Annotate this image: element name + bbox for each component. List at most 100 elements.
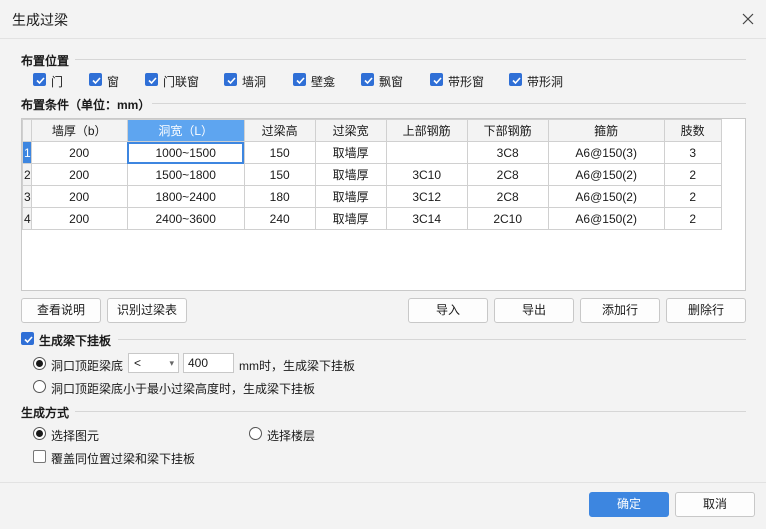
table-row[interactable]: 2 200 1500~1800 150 取墙厚 3C10 2C8 A6@150(… — [22, 163, 722, 186]
import-button[interactable]: 导入 — [408, 298, 488, 323]
chevron-down-icon: ▾ — [169, 358, 174, 368]
distance-radio[interactable] — [33, 357, 46, 370]
footer-divider — [0, 482, 766, 483]
grid-header-row: 墙厚（b） 洞宽（L） 过梁高 过梁宽 上部钢筋 下部钢筋 箍筋 肢数 — [22, 119, 722, 142]
cell-legs[interactable]: 2 — [663, 207, 722, 230]
cell-stirrup[interactable]: A6@150(2) — [547, 163, 665, 186]
cell-legs[interactable]: 3 — [663, 141, 722, 164]
row-number[interactable]: 4 — [22, 207, 32, 230]
select-elements-label: 选择图元 — [51, 429, 100, 443]
cell-opening-width[interactable]: 1000~1500 — [126, 141, 245, 164]
table-row[interactable]: 3 200 1800~2400 180 取墙厚 3C12 2C8 A6@150(… — [22, 185, 722, 208]
cell-opening-width[interactable]: 1800~2400 — [126, 185, 245, 208]
table-row[interactable]: 1 200 1000~1500 150 取墙厚 3C8 A6@150(3) 3 — [22, 141, 722, 164]
select-floors-radio[interactable] — [249, 427, 262, 440]
title-divider — [0, 38, 766, 39]
dialog-title: 生成过梁 — [12, 12, 68, 28]
cell-bottom-rebar[interactable]: 2C8 — [466, 163, 549, 186]
col-header-opening-width[interactable]: 洞宽（L） — [126, 119, 245, 142]
min-height-radio[interactable] — [33, 380, 46, 393]
checkbox-door-window[interactable] — [145, 73, 158, 86]
hanging-plate-divider — [118, 339, 746, 340]
checkbox-niche[interactable] — [293, 73, 306, 86]
cell-top-rebar[interactable]: 3C10 — [385, 163, 468, 186]
cell-wall-thickness[interactable]: 200 — [30, 185, 128, 208]
checkbox-window[interactable] — [89, 73, 102, 86]
cell-bottom-rebar[interactable]: 2C10 — [466, 207, 549, 230]
cell-top-rebar[interactable] — [385, 141, 468, 164]
cell-lintel-height[interactable]: 180 — [243, 185, 316, 208]
col-header-legs[interactable]: 肢数 — [663, 119, 722, 142]
export-button[interactable]: 导出 — [494, 298, 574, 323]
label-wall-opening: 墙洞 — [242, 75, 267, 89]
cell-stirrup[interactable]: A6@150(2) — [547, 207, 665, 230]
cell-legs[interactable]: 2 — [663, 163, 722, 186]
label-bay-window: 飘窗 — [379, 75, 404, 89]
cell-stirrup[interactable]: A6@150(3) — [547, 141, 665, 164]
cell-wall-thickness[interactable]: 200 — [30, 141, 128, 164]
cell-stirrup[interactable]: A6@150(2) — [547, 185, 665, 208]
col-header-stirrup[interactable]: 箍筋 — [547, 119, 665, 142]
view-help-button[interactable]: 查看说明 — [21, 298, 101, 323]
cell-opening-width[interactable]: 1500~1800 — [126, 163, 245, 186]
col-header-wall-thickness[interactable]: 墙厚（b） — [30, 119, 128, 142]
hanging-plate-label: 生成梁下挂板 — [39, 334, 112, 348]
cell-lintel-width[interactable]: 取墙厚 — [314, 207, 387, 230]
row-number[interactable]: 1 — [22, 141, 32, 164]
col-header-lintel-width[interactable]: 过梁宽 — [314, 119, 387, 142]
select-floors-label: 选择楼层 — [267, 429, 316, 443]
label-strip-opening: 带形洞 — [527, 75, 564, 89]
cell-lintel-width[interactable]: 取墙厚 — [314, 163, 387, 186]
row-number[interactable]: 2 — [22, 163, 32, 186]
cancel-button[interactable]: 取消 — [675, 492, 755, 517]
row-number[interactable]: 3 — [22, 185, 32, 208]
conditions-divider — [152, 103, 746, 104]
conditions-label: 布置条件（单位：mm） — [21, 98, 151, 112]
close-button[interactable] — [738, 9, 758, 29]
placement-label: 布置位置 — [21, 54, 70, 68]
table-row[interactable]: 4 200 2400~3600 240 取墙厚 3C14 2C10 A6@150… — [22, 207, 722, 230]
cell-opening-width[interactable]: 2400~3600 — [126, 207, 245, 230]
cell-top-rebar[interactable]: 3C14 — [385, 207, 468, 230]
conditions-grid[interactable]: 墙厚（b） 洞宽（L） 过梁高 过梁宽 上部钢筋 下部钢筋 箍筋 肢数 1 20… — [21, 118, 746, 291]
hanging-plate-checkbox[interactable] — [21, 332, 34, 345]
checkbox-bay-window[interactable] — [361, 73, 374, 86]
col-header-top-rebar[interactable]: 上部钢筋 — [385, 119, 468, 142]
ok-button[interactable]: 确定 — [589, 492, 669, 517]
min-height-text: 洞口顶距梁底小于最小过梁高度时，生成梁下挂板 — [51, 382, 316, 396]
cell-lintel-width[interactable]: 取墙厚 — [314, 185, 387, 208]
cell-lintel-height[interactable]: 240 — [243, 207, 316, 230]
cell-bottom-rebar[interactable]: 3C8 — [466, 141, 549, 164]
cell-lintel-height[interactable]: 150 — [243, 141, 316, 164]
placement-divider — [75, 59, 746, 60]
checkbox-strip-window[interactable] — [430, 73, 443, 86]
label-niche: 壁龛 — [311, 75, 336, 89]
cell-wall-thickness[interactable]: 200 — [30, 207, 128, 230]
distance-prefix-text: 洞口顶距梁底 — [51, 359, 124, 373]
col-header-bottom-rebar[interactable]: 下部钢筋 — [466, 119, 549, 142]
label-window: 窗 — [107, 75, 120, 89]
cell-top-rebar[interactable]: 3C12 — [385, 185, 468, 208]
checkbox-door[interactable] — [33, 73, 46, 86]
checkbox-strip-opening[interactable] — [509, 73, 522, 86]
delete-row-button[interactable]: 删除行 — [666, 298, 746, 323]
compare-select[interactable]: < ▾ — [128, 353, 179, 373]
add-row-button[interactable]: 添加行 — [580, 298, 660, 323]
cell-lintel-height[interactable]: 150 — [243, 163, 316, 186]
close-icon — [742, 13, 754, 25]
label-door-window: 门联窗 — [163, 75, 200, 89]
cell-lintel-width[interactable]: 取墙厚 — [314, 141, 387, 164]
checkbox-wall-opening[interactable] — [224, 73, 237, 86]
cell-legs[interactable]: 2 — [663, 185, 722, 208]
distance-input[interactable]: 400 — [183, 353, 234, 373]
label-door: 门 — [51, 75, 64, 89]
col-header-lintel-height[interactable]: 过梁高 — [243, 119, 316, 142]
cell-bottom-rebar[interactable]: 2C8 — [466, 185, 549, 208]
cell-wall-thickness[interactable]: 200 — [30, 163, 128, 186]
row-header-corner — [22, 119, 32, 142]
overwrite-checkbox[interactable] — [33, 450, 46, 463]
select-elements-radio[interactable] — [33, 427, 46, 440]
label-strip-window: 带形窗 — [448, 75, 485, 89]
overwrite-label: 覆盖同位置过梁和梁下挂板 — [51, 452, 196, 466]
recognize-table-button[interactable]: 识别过梁表 — [107, 298, 187, 323]
